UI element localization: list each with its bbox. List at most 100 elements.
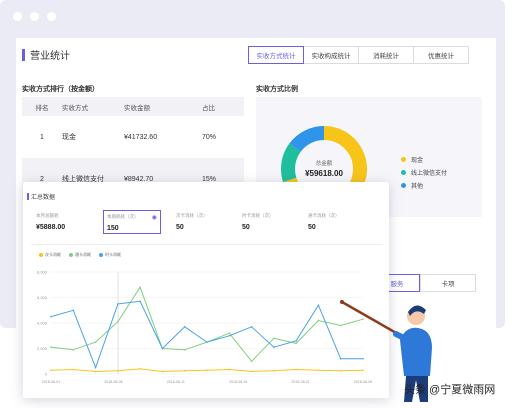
window-dot-minimize[interactable] [30, 12, 39, 21]
data-point [72, 309, 75, 312]
header-ratio: 占比 [202, 104, 215, 112]
metric-times-card[interactable]: 次卡消耗（次） 50 [173, 210, 237, 240]
legend-dot [401, 157, 406, 162]
legend-label: 现金 [411, 158, 424, 164]
data-point [317, 369, 320, 371]
ratio-title: 实收方式比例 [256, 86, 298, 93]
legend-item: 其他 [401, 179, 447, 192]
metric-time-card[interactable]: 时卡消耗（次） 50 [239, 210, 303, 240]
data-point [295, 342, 297, 345]
header-rank: 排名 [35, 104, 49, 112]
legend-dot [99, 253, 103, 257]
y-tick-label: 2,000 [37, 346, 48, 351]
metric-label: 通卡消耗（次） [308, 213, 340, 218]
x-tick-label: 2018-08-16 [229, 380, 247, 384]
data-point [295, 340, 297, 342]
data-point [206, 341, 208, 343]
data-point [72, 368, 75, 371]
tab-discount[interactable]: 优惠统计 [413, 46, 469, 64]
table-header: 排名 实收方式 实收金额 占比 [22, 97, 244, 116]
data-point [250, 326, 253, 328]
data-point [161, 370, 164, 373]
data-point [317, 319, 320, 322]
data-point [228, 334, 231, 337]
donut-center-value: ¥59618.00 [305, 169, 343, 178]
data-point [183, 326, 186, 328]
summary-title: 汇总数据 [31, 195, 56, 201]
data-point [161, 347, 164, 350]
metric-period[interactable]: 本期耗耗（次） 150 ◉ [103, 210, 161, 234]
watermark: 头条 @宁夏微雨网 [404, 384, 496, 396]
table-row[interactable]: 1 现金 ¥41732.60 70% [22, 116, 244, 158]
tab-payment-composition[interactable]: 实收构成统计 [303, 46, 359, 64]
data-point [50, 369, 52, 371]
row-amount: ¥41732.60 [124, 133, 158, 141]
data-point [206, 369, 208, 371]
legend-dot [69, 253, 73, 257]
data-point [250, 370, 253, 373]
metric-value: ¥5888.00 [36, 224, 66, 231]
x-tick-label: 2018-08-06 [104, 380, 122, 384]
summary-card: 汇总数据 本月总额耗 ¥5888.00 本期耗耗（次） 150 ◉ 次卡消耗（次… [23, 182, 389, 398]
row-method: 现金 [62, 134, 76, 141]
series-line [50, 286, 364, 363]
x-tick-label: 2018-08-11 [167, 380, 185, 384]
data-point [273, 370, 275, 372]
ranking-title: 实收方式排行（按金额） [22, 86, 99, 93]
y-tick-label: 0 [45, 372, 48, 377]
metric-label: 本月总额耗 [36, 213, 59, 218]
row-rank: 1 [40, 133, 44, 141]
metric-general-card[interactable]: 通卡消耗（次） 50 [305, 210, 369, 240]
metric-total[interactable]: 本月总额耗 ¥5888.00 [33, 210, 97, 240]
data-point [295, 368, 297, 371]
legend-item: 线上微信支付 [401, 166, 447, 179]
page-title: 营业统计 [30, 51, 70, 62]
y-tick-label: 6,000 [37, 295, 48, 300]
legend-label: 其他 [411, 184, 424, 190]
ratio-legend: 现金 线上微信支付 其他 [401, 153, 447, 192]
data-point [94, 341, 97, 343]
data-point [72, 348, 75, 351]
y-tick-label: 8,000 [37, 270, 48, 275]
x-tick-label: 2018-08-01 [42, 380, 60, 384]
window-dot-close[interactable] [13, 12, 22, 21]
data-point [139, 300, 141, 303]
legend-label: 次卡消耗 [45, 252, 61, 257]
metric-value: 50 [176, 224, 184, 231]
y-tick-label: 4,000 [37, 321, 48, 326]
data-point [50, 346, 52, 349]
metric-value: 50 [308, 224, 316, 231]
legend-dot [401, 183, 406, 188]
line-chart: 8,000 6,000 4,000 2,000 0 2018-08-01 2018-08-0… [37, 270, 372, 385]
data-point [94, 366, 97, 369]
data-point [94, 370, 97, 373]
data-point [183, 370, 186, 372]
metric-label: 次卡消耗（次） [176, 213, 208, 218]
title-accent [22, 49, 25, 61]
data-point [250, 360, 253, 363]
data-point [117, 303, 119, 305]
data-point [50, 315, 52, 318]
metric-value: 50 [242, 224, 250, 231]
legend-item[interactable]: 时卡消耗 [99, 252, 121, 258]
data-point [273, 346, 275, 349]
summary-accent [27, 193, 29, 200]
window-dot-maximize[interactable] [47, 12, 56, 21]
presenter-body [400, 327, 432, 376]
x-tick-label: 2018-08-21 [291, 380, 309, 384]
divider [31, 244, 383, 245]
legend-label: 线上微信支付 [411, 171, 448, 177]
tab-consumption[interactable]: 消耗统计 [358, 46, 414, 64]
eye-icon[interactable]: ◉ [152, 214, 157, 221]
data-point [228, 368, 231, 371]
tab-payment-method[interactable]: 实收方式统计 [248, 46, 304, 64]
data-point [183, 348, 186, 351]
metric-value: 150 [107, 225, 119, 232]
stats-tabs: 实收方式统计 实收构成统计 消耗统计 优惠统计 [248, 46, 469, 64]
metric-label: 时卡消耗（次） [242, 213, 274, 218]
metric-label: 本期耗耗（次） [107, 214, 139, 219]
legend-item[interactable]: 次卡消耗 [39, 252, 61, 258]
legend-item[interactable]: 通卡消耗 [69, 252, 91, 258]
legend-label: 时卡消耗 [105, 252, 121, 257]
header-method: 实收方式 [62, 104, 88, 112]
